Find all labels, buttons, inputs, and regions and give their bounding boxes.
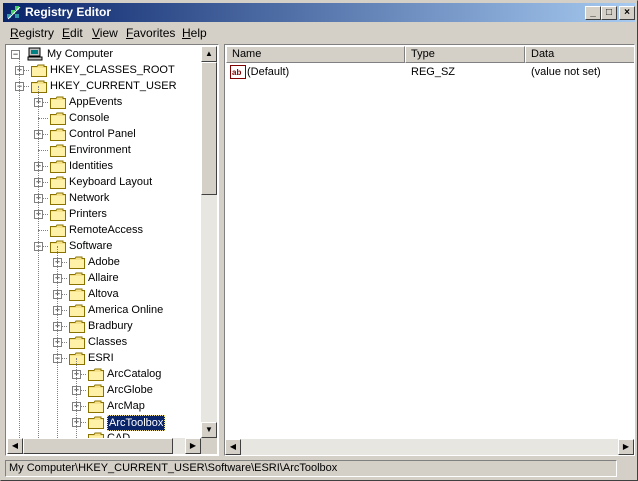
folder-icon <box>31 80 47 93</box>
folder-icon <box>88 416 104 429</box>
tree-node[interactable]: Adobe <box>88 254 120 270</box>
registry-editor-icon <box>7 6 21 20</box>
folder-icon <box>69 352 85 365</box>
tree-node[interactable]: Classes <box>88 334 127 350</box>
folder-icon <box>50 128 66 141</box>
tree-connector <box>38 118 48 119</box>
tree-node[interactable]: Keyboard Layout <box>69 174 152 190</box>
folder-icon <box>69 288 85 301</box>
column-header-name[interactable]: Name <box>226 46 405 63</box>
scroll-corner <box>201 438 217 454</box>
column-header-data[interactable]: Data <box>525 46 634 63</box>
folder-icon <box>31 64 47 77</box>
window-title: Registry Editor <box>25 5 112 19</box>
maximize-button[interactable]: □ <box>601 6 617 20</box>
svg-text:ab: ab <box>232 68 241 77</box>
tree-vertical-scrollbar[interactable]: ▲ ▼ <box>201 46 217 438</box>
folder-icon <box>50 160 66 173</box>
folder-icon <box>50 176 66 189</box>
folder-icon <box>50 144 66 157</box>
menu-favorites[interactable]: Favorites <box>126 26 175 40</box>
tree-connector <box>38 86 39 438</box>
tree-node[interactable]: ESRI <box>88 350 114 366</box>
menu-edit[interactable]: Edit <box>62 26 83 40</box>
scroll-thumb[interactable] <box>201 62 217 195</box>
tree-node[interactable]: Bradbury <box>88 318 133 334</box>
status-bar: My Computer\HKEY_CURRENT_USER\Software\E… <box>3 459 635 478</box>
tree-node[interactable]: HKEY_CLASSES_ROOT <box>50 62 175 78</box>
tree-connector <box>38 150 48 151</box>
scroll-down-arrow-icon[interactable]: ▼ <box>201 422 217 438</box>
minimize-button[interactable]: _ <box>585 6 601 20</box>
scroll-left-arrow-icon[interactable]: ◀ <box>7 438 23 454</box>
tree-node[interactable]: Console <box>69 110 109 126</box>
tree-node[interactable]: Environment <box>69 142 131 158</box>
tree-node[interactable]: ArcGlobe <box>107 382 153 398</box>
registry-editor-window: Registry Editor _ □ × Registry Edit View… <box>0 0 638 481</box>
tree-node[interactable]: Allaire <box>88 270 119 286</box>
value-data: (value not set) <box>531 66 601 78</box>
folder-icon <box>50 224 66 237</box>
my-computer-icon <box>27 47 43 61</box>
registry-tree-pane[interactable]: − My Computer + HKEY_CLASSES_ROOT − HKEY_CU… <box>5 44 219 456</box>
string-value-icon: ab <box>230 65 246 79</box>
tree-node[interactable]: Control Panel <box>69 126 136 142</box>
menu-help[interactable]: Help <box>182 26 207 40</box>
status-path: My Computer\HKEY_CURRENT_USER\Software\E… <box>5 460 617 477</box>
tree-connector <box>38 230 48 231</box>
tree-node[interactable]: Identities <box>69 158 113 174</box>
tree-connector <box>19 55 20 438</box>
tree-node[interactable]: HKEY_CURRENT_USER <box>50 78 177 94</box>
value-type: REG_SZ <box>411 66 456 78</box>
scroll-right-arrow-icon[interactable]: ▶ <box>618 439 634 455</box>
tree-node[interactable]: Network <box>69 190 109 206</box>
tree-node[interactable]: Printers <box>69 206 107 222</box>
tree-node[interactable]: Altova <box>88 286 119 302</box>
menu-bar: Registry Edit View Favorites Help <box>3 24 635 42</box>
column-header-type[interactable]: Type <box>405 46 525 63</box>
scroll-right-arrow-icon[interactable]: ▶ <box>185 438 201 454</box>
list-horizontal-scrollbar[interactable]: ◀ ▶ <box>225 439 634 455</box>
folder-icon <box>88 368 104 381</box>
tree-node[interactable]: AppEvents <box>69 94 122 110</box>
tree-node[interactable]: CAD <box>107 430 130 438</box>
folder-icon <box>50 112 66 125</box>
scroll-left-arrow-icon[interactable]: ◀ <box>225 439 241 455</box>
tree-node[interactable]: Software <box>69 238 112 254</box>
tree-node[interactable]: America Online <box>88 302 163 318</box>
folder-icon <box>50 192 66 205</box>
tree-connector <box>57 246 58 438</box>
folder-icon <box>50 96 66 109</box>
folder-icon <box>69 304 85 317</box>
folder-icon <box>69 272 85 285</box>
folder-icon <box>50 240 66 253</box>
tree-node[interactable]: RemoteAccess <box>69 222 143 238</box>
values-list-pane[interactable]: Name Type Data ab (Default) REG_SZ (valu… <box>224 44 635 456</box>
tree-connector <box>76 358 77 438</box>
title-bar[interactable]: Registry Editor _ □ × <box>3 3 635 22</box>
menu-registry[interactable]: Registry <box>10 26 54 40</box>
scroll-up-arrow-icon[interactable]: ▲ <box>201 46 217 62</box>
tree-horizontal-scrollbar[interactable]: ◀ ▶ <box>7 438 201 454</box>
folder-icon <box>69 320 85 333</box>
close-button[interactable]: × <box>619 6 635 20</box>
folder-icon <box>69 256 85 269</box>
tree-node[interactable]: ArcCatalog <box>107 366 161 382</box>
folder-icon <box>88 400 104 413</box>
value-name: (Default) <box>247 66 290 78</box>
tree-node-my-computer[interactable]: My Computer <box>47 46 113 62</box>
folder-icon <box>69 336 85 349</box>
registry-tree: − My Computer + HKEY_CLASSES_ROOT − HKEY_CU… <box>7 46 203 438</box>
tree-node[interactable]: ArcToolbox <box>107 415 166 431</box>
scroll-thumb[interactable] <box>23 438 173 454</box>
tree-node[interactable]: ArcMap <box>107 398 145 414</box>
folder-icon <box>50 208 66 221</box>
menu-view[interactable]: View <box>92 26 118 40</box>
folder-icon <box>88 384 104 397</box>
